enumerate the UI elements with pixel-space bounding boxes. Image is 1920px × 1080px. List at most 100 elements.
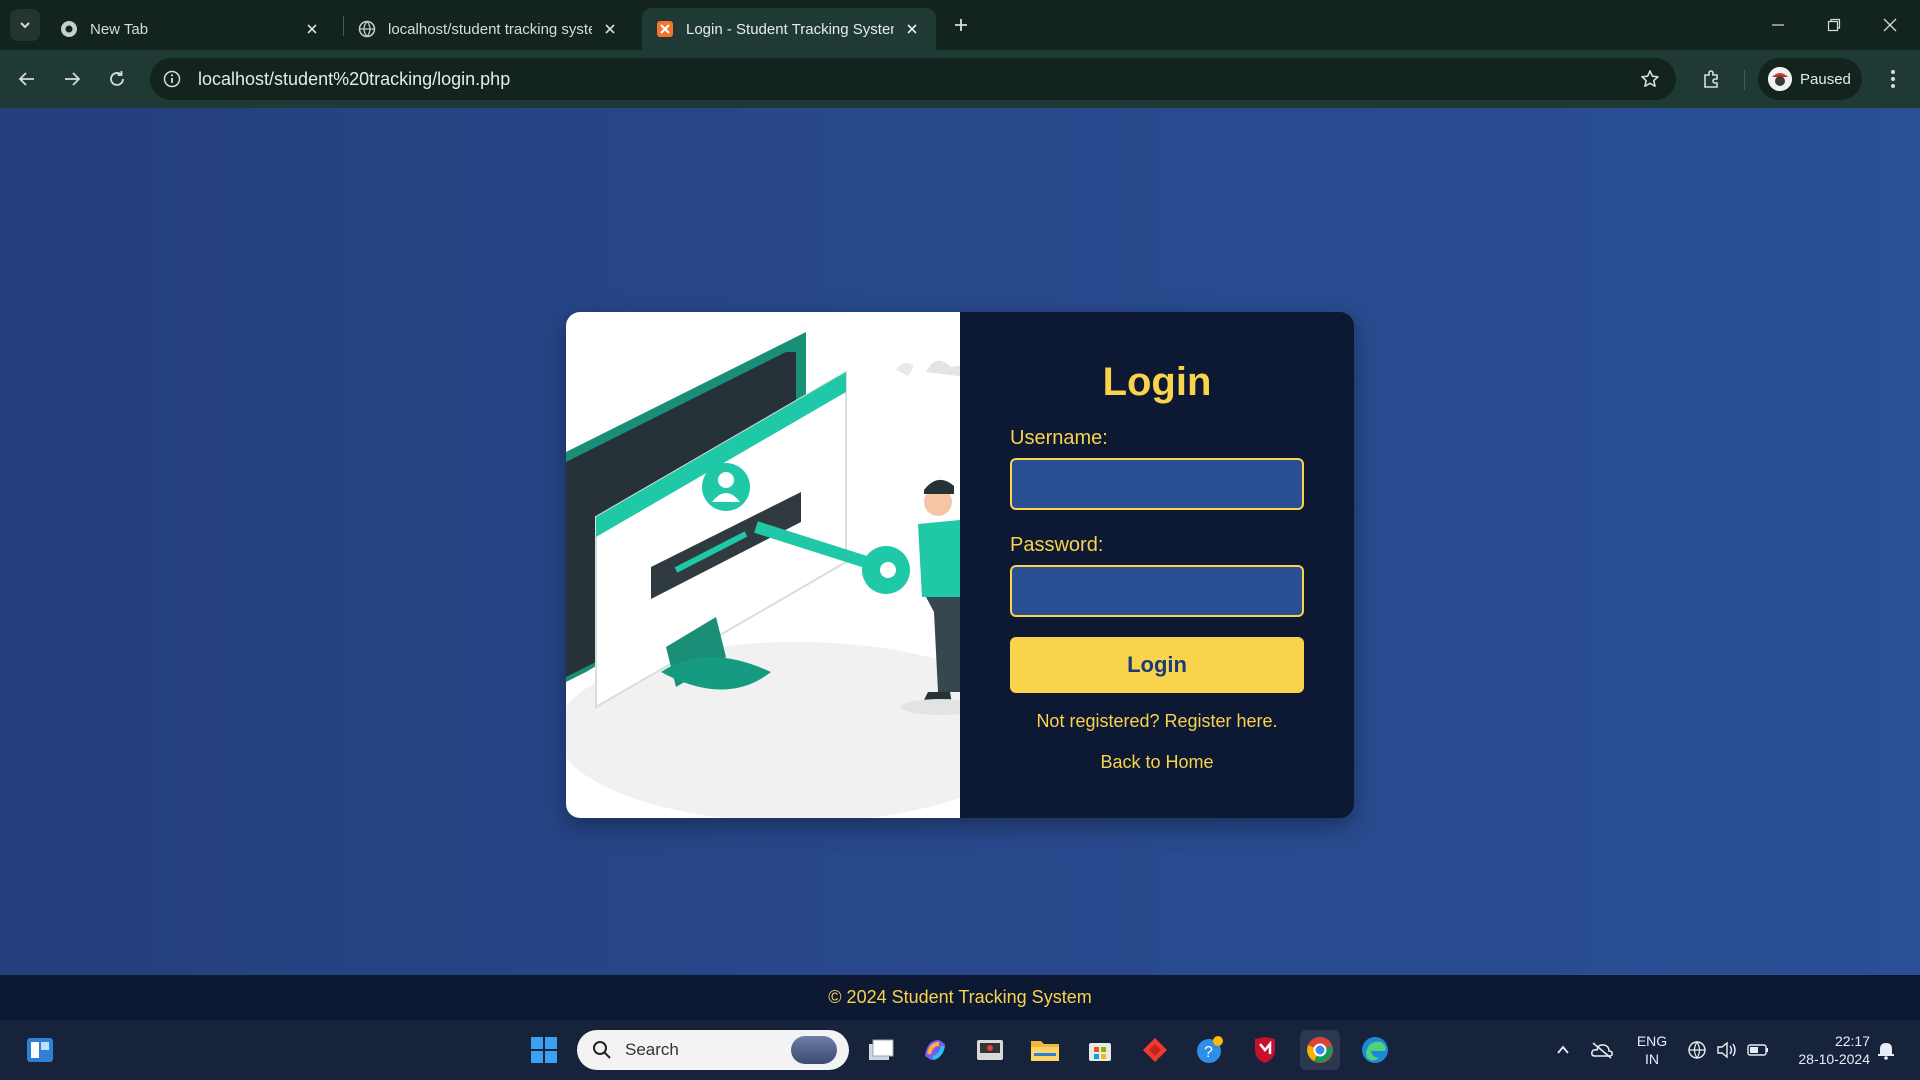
- bookmark-star-icon[interactable]: [1632, 61, 1668, 97]
- close-tab-icon[interactable]: [902, 19, 922, 39]
- login-card: User Login Login Username: Password: Log…: [566, 312, 1354, 818]
- start-button[interactable]: [524, 1030, 564, 1070]
- clock[interactable]: 22:17 28-10-2024: [1780, 1032, 1870, 1068]
- register-link[interactable]: Not registered? Register here.: [1010, 711, 1304, 732]
- tab-login[interactable]: Login - Student Tracking System: [642, 8, 936, 50]
- shield-icon: [1255, 1037, 1275, 1063]
- new-tab-button[interactable]: [946, 10, 976, 40]
- tab-title: localhost/student tracking syste: [388, 20, 592, 38]
- search-highlight-image: [791, 1036, 837, 1064]
- language-region: IN: [1645, 1051, 1659, 1067]
- close-window-button[interactable]: [1870, 8, 1910, 42]
- avatar: [1768, 67, 1792, 91]
- mcafee-button[interactable]: [1245, 1030, 1285, 1070]
- task-view-button[interactable]: [861, 1030, 901, 1070]
- cloud-offline-icon: [1591, 1042, 1613, 1059]
- app-button-media[interactable]: [970, 1030, 1010, 1070]
- bell-icon: [1878, 1043, 1894, 1060]
- edge-button[interactable]: [1355, 1030, 1395, 1070]
- close-icon: [1883, 18, 1897, 32]
- site-info-icon[interactable]: [154, 61, 190, 97]
- network-volume-battery-icons: [1688, 1041, 1768, 1059]
- tab-new-tab[interactable]: New Tab: [46, 8, 336, 50]
- tab-student-tracking[interactable]: localhost/student tracking syste: [344, 8, 634, 50]
- search-placeholder: Search: [625, 1040, 679, 1059]
- taskbar-search[interactable]: Search: [577, 1030, 849, 1070]
- minimize-button[interactable]: [1758, 8, 1798, 42]
- login-illustration: User Login: [566, 312, 960, 818]
- media-app-icon: [977, 1040, 1003, 1060]
- password-label: Password:: [1010, 534, 1104, 556]
- restore-icon: [1827, 18, 1841, 32]
- language-code: ENG: [1636, 1033, 1668, 1049]
- plus-icon: [955, 19, 967, 31]
- password-input[interactable]: [1010, 565, 1304, 617]
- microsoft-store-button[interactable]: [1080, 1030, 1120, 1070]
- more-vertical-icon: [1891, 70, 1895, 88]
- page-content: User Login Login Username: Password: Log…: [0, 108, 1920, 975]
- search-icon: [591, 1039, 613, 1061]
- show-hidden-icons-button[interactable]: [1543, 1030, 1583, 1070]
- profile-status: Paused: [1800, 70, 1851, 88]
- login-form: Login Username: Password: Login Not regi…: [960, 312, 1354, 818]
- clock-time: 22:17: [1834, 1033, 1870, 1049]
- close-tab-icon[interactable]: [600, 19, 620, 39]
- browser-tab-bar: New Tab localhost/student tracking syste…: [0, 0, 1920, 50]
- folder-icon: [1031, 1041, 1059, 1061]
- xampp-icon: [656, 20, 674, 38]
- system-status-button[interactable]: [1684, 1030, 1774, 1070]
- profile-button[interactable]: Paused: [1758, 58, 1862, 100]
- close-tab-icon[interactable]: [302, 19, 322, 39]
- onedrive-button[interactable]: [1582, 1030, 1622, 1070]
- toolbar-separator: [1744, 70, 1745, 90]
- chevron-down-icon: [20, 22, 30, 29]
- task-view-icon: [869, 1039, 894, 1060]
- widgets-button[interactable]: [20, 1030, 60, 1070]
- clock-date: 28-10-2024: [1798, 1051, 1870, 1067]
- notifications-button[interactable]: [1866, 1030, 1906, 1070]
- puzzle-icon: [1704, 70, 1718, 88]
- back-to-home-link[interactable]: Back to Home: [1010, 752, 1304, 773]
- arrow-right-icon: [65, 72, 81, 86]
- store-icon: [1089, 1043, 1111, 1061]
- login-title: Login: [1102, 360, 1212, 404]
- tab-title: Login - Student Tracking System: [686, 20, 894, 38]
- browser-menu-button[interactable]: [1876, 62, 1910, 96]
- extensions-button[interactable]: [1694, 62, 1728, 96]
- tab-title: New Tab: [90, 20, 149, 38]
- reload-icon: [110, 71, 124, 86]
- file-explorer-button[interactable]: [1025, 1030, 1065, 1070]
- edge-icon: [1362, 1037, 1388, 1063]
- username-label: Username:: [1010, 427, 1108, 449]
- copilot-icon: [925, 1040, 945, 1060]
- forward-button[interactable]: [55, 62, 89, 96]
- chrome-icon: [60, 20, 78, 38]
- help-icon: ?: [1197, 1036, 1223, 1063]
- login-button[interactable]: Login: [1010, 637, 1304, 693]
- username-input[interactable]: [1010, 458, 1304, 510]
- minimize-icon: [1772, 24, 1784, 26]
- globe-icon: [358, 20, 376, 38]
- language-indicator[interactable]: ENG IN: [1630, 1032, 1674, 1068]
- svg-text:?: ?: [1204, 1044, 1213, 1061]
- restore-button[interactable]: [1814, 8, 1854, 42]
- get-help-button[interactable]: ?: [1190, 1030, 1230, 1070]
- copilot-button[interactable]: [915, 1030, 955, 1070]
- windows-taskbar: Search ? ENG IN 22:17 28-10-2024: [0, 1020, 1920, 1080]
- reload-button[interactable]: [100, 62, 134, 96]
- back-button[interactable]: [10, 62, 44, 96]
- url-text[interactable]: localhost/student%20tracking/login.php: [198, 69, 1632, 90]
- windows-icon: [531, 1037, 557, 1063]
- widgets-icon: [27, 1038, 53, 1062]
- address-bar[interactable]: localhost/student%20tracking/login.php: [150, 58, 1676, 100]
- app-button-anydesk[interactable]: [1135, 1030, 1175, 1070]
- footer-text: © 2024 Student Tracking System: [828, 987, 1092, 1007]
- arrow-left-icon: [18, 72, 34, 86]
- diamond-app-icon: [1143, 1038, 1167, 1062]
- browser-toolbar: localhost/student%20tracking/login.php P…: [0, 50, 1920, 108]
- chrome-taskbar-button[interactable]: [1300, 1030, 1340, 1070]
- chrome-icon: [1307, 1037, 1333, 1063]
- page-footer: © 2024 Student Tracking System: [0, 975, 1920, 1020]
- tab-search-button[interactable]: [10, 9, 40, 41]
- chevron-up-icon: [1557, 1045, 1569, 1054]
